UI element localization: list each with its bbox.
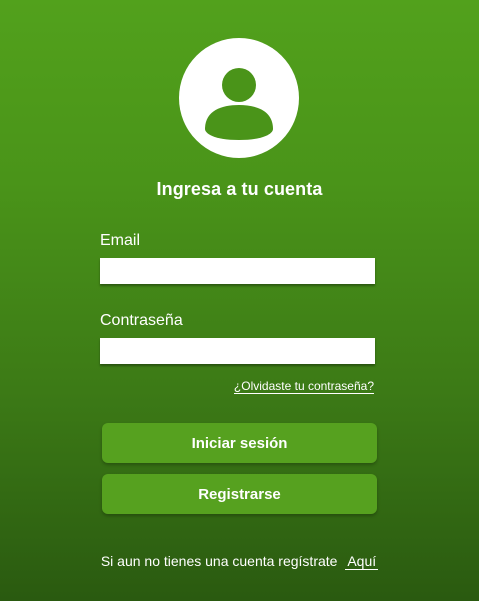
register-here-link[interactable]: Aquí [345,553,379,570]
email-field[interactable] [100,258,375,284]
email-label: Email [100,232,141,249]
register-prompt-text: Si aun no tienes una cuenta regístrate [100,553,338,569]
password-field[interactable] [100,338,375,364]
page-title: Ingresa a tu cuenta [156,179,323,199]
password-label: Contraseña [100,312,183,329]
forgot-password-link[interactable]: ¿Olvidaste tu contraseña? [233,379,374,394]
register-button[interactable]: Registrarse [102,474,377,514]
register-prompt: Si aun no tienes una cuenta regístrate A… [0,553,479,570]
login-button[interactable]: Iniciar sesión [102,423,377,463]
user-avatar-icon [179,38,299,158]
